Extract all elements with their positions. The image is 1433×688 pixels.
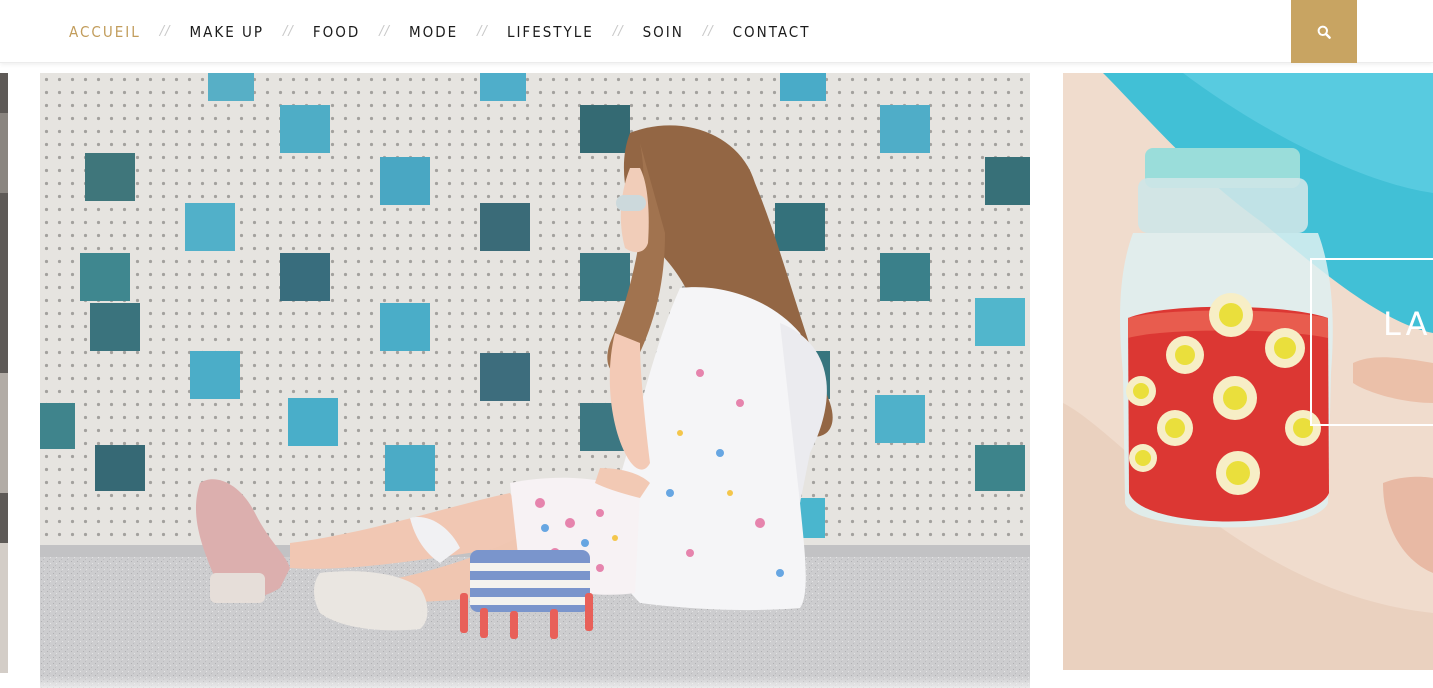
nav-separator: //	[702, 24, 714, 39]
main-navbar: ACCUEIL // MAKE UP // FOOD // MODE // LI…	[0, 0, 1433, 63]
featured-slide-image[interactable]	[40, 73, 1030, 688]
search-button[interactable]	[1291, 0, 1357, 63]
nav-item-lifestyle[interactable]: LIFESTYLE	[507, 23, 594, 41]
nav-separator: //	[612, 24, 624, 39]
nav-item-accueil[interactable]: ACCUEIL	[69, 23, 141, 41]
nav-item-make-up[interactable]: MAKE UP	[189, 23, 264, 41]
nav-separator: //	[283, 24, 294, 39]
nav-item-mode[interactable]: MODE	[409, 23, 458, 41]
nav-separator: //	[159, 24, 171, 39]
slider-bottom-fade	[0, 676, 1433, 688]
nav-separator: //	[379, 24, 390, 39]
next-slide-image[interactable]: LA	[1063, 73, 1433, 670]
search-icon	[1317, 25, 1331, 39]
nav-item-contact[interactable]: CONTACT	[733, 23, 811, 41]
nav-item-food[interactable]: FOOD	[313, 23, 360, 41]
nav-separator: //	[477, 24, 488, 39]
nav-item-soin[interactable]: SOIN	[643, 23, 684, 41]
primary-menu: ACCUEIL // MAKE UP // FOOD // MODE // LI…	[69, 0, 810, 63]
previous-slide-peek[interactable]	[0, 73, 8, 673]
